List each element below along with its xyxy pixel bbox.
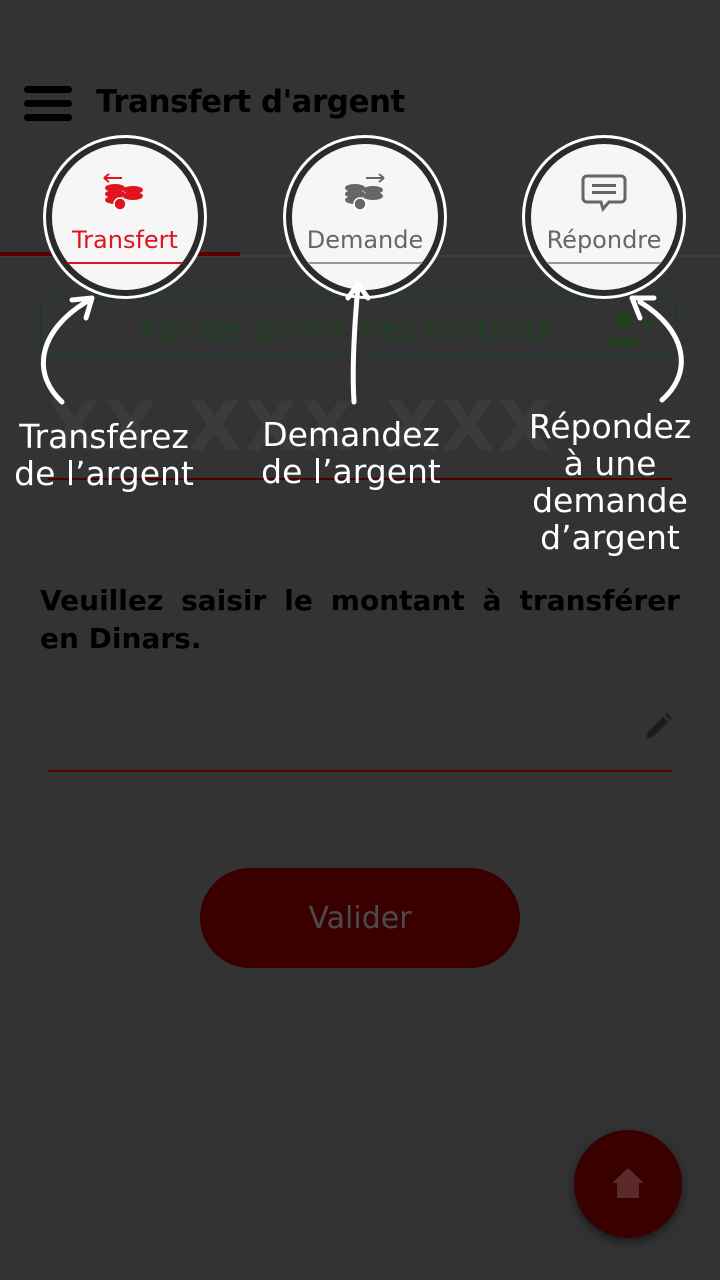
tab-demande-underline	[308, 262, 422, 264]
note-reply-line-3: demande	[532, 481, 688, 520]
tab-repondre-label: Répondre	[546, 226, 662, 254]
tab-repondre[interactable]: Répondre	[525, 138, 683, 296]
note-reply-line-1: Répondez	[528, 407, 692, 446]
amount-input[interactable]	[48, 700, 632, 762]
tab-demande[interactable]: Demande	[286, 138, 444, 296]
tab-repondre-underline	[547, 262, 661, 264]
note-request-line-1: Demandez	[262, 415, 440, 454]
coins-receive-icon	[345, 173, 385, 211]
app-header: Transfert d'argent	[0, 70, 720, 140]
tab-demande-label: Demande	[306, 226, 424, 254]
chat-bubble-icon	[581, 174, 627, 212]
home-icon	[612, 1168, 644, 1198]
note-transfer-line-1: Transférez	[19, 417, 189, 456]
add-from-contacts-button[interactable]: Ajouter parmi mes contacts	[40, 298, 678, 356]
pencil-icon[interactable]	[642, 711, 674, 743]
home-button[interactable]	[574, 1130, 682, 1238]
coins-send-icon	[103, 173, 143, 211]
amount-input-underline	[48, 770, 672, 772]
note-reply-line-2: à une	[563, 444, 657, 483]
amount-prompt: Veuillez saisir le montant à transférer …	[40, 584, 680, 655]
note-transfer-line-2: de l’argent	[14, 454, 194, 493]
page-title: Transfert d'argent	[96, 84, 405, 120]
note-reply-line-4: d’argent	[540, 518, 680, 557]
tab-transfert[interactable]: Transfert	[46, 138, 204, 296]
hamburger-menu-icon[interactable]	[24, 86, 72, 122]
tab-transfert-label: Transfert	[72, 226, 178, 254]
add-from-contacts-label: Ajouter parmi mes contacts	[138, 312, 553, 346]
note-request: Demandez de l’argent	[256, 416, 446, 490]
note-transfer: Transférez de l’argent	[14, 418, 194, 492]
tab-transfert-underline	[68, 262, 182, 264]
note-request-line-2: de l’argent	[261, 452, 441, 491]
add-user-icon	[608, 312, 654, 346]
note-reply: Répondez à une demande d’argent	[520, 408, 700, 556]
screen: Transfert d'argent Ajouter parmi mes con…	[0, 0, 720, 1280]
validate-button[interactable]: Valider	[200, 868, 520, 968]
